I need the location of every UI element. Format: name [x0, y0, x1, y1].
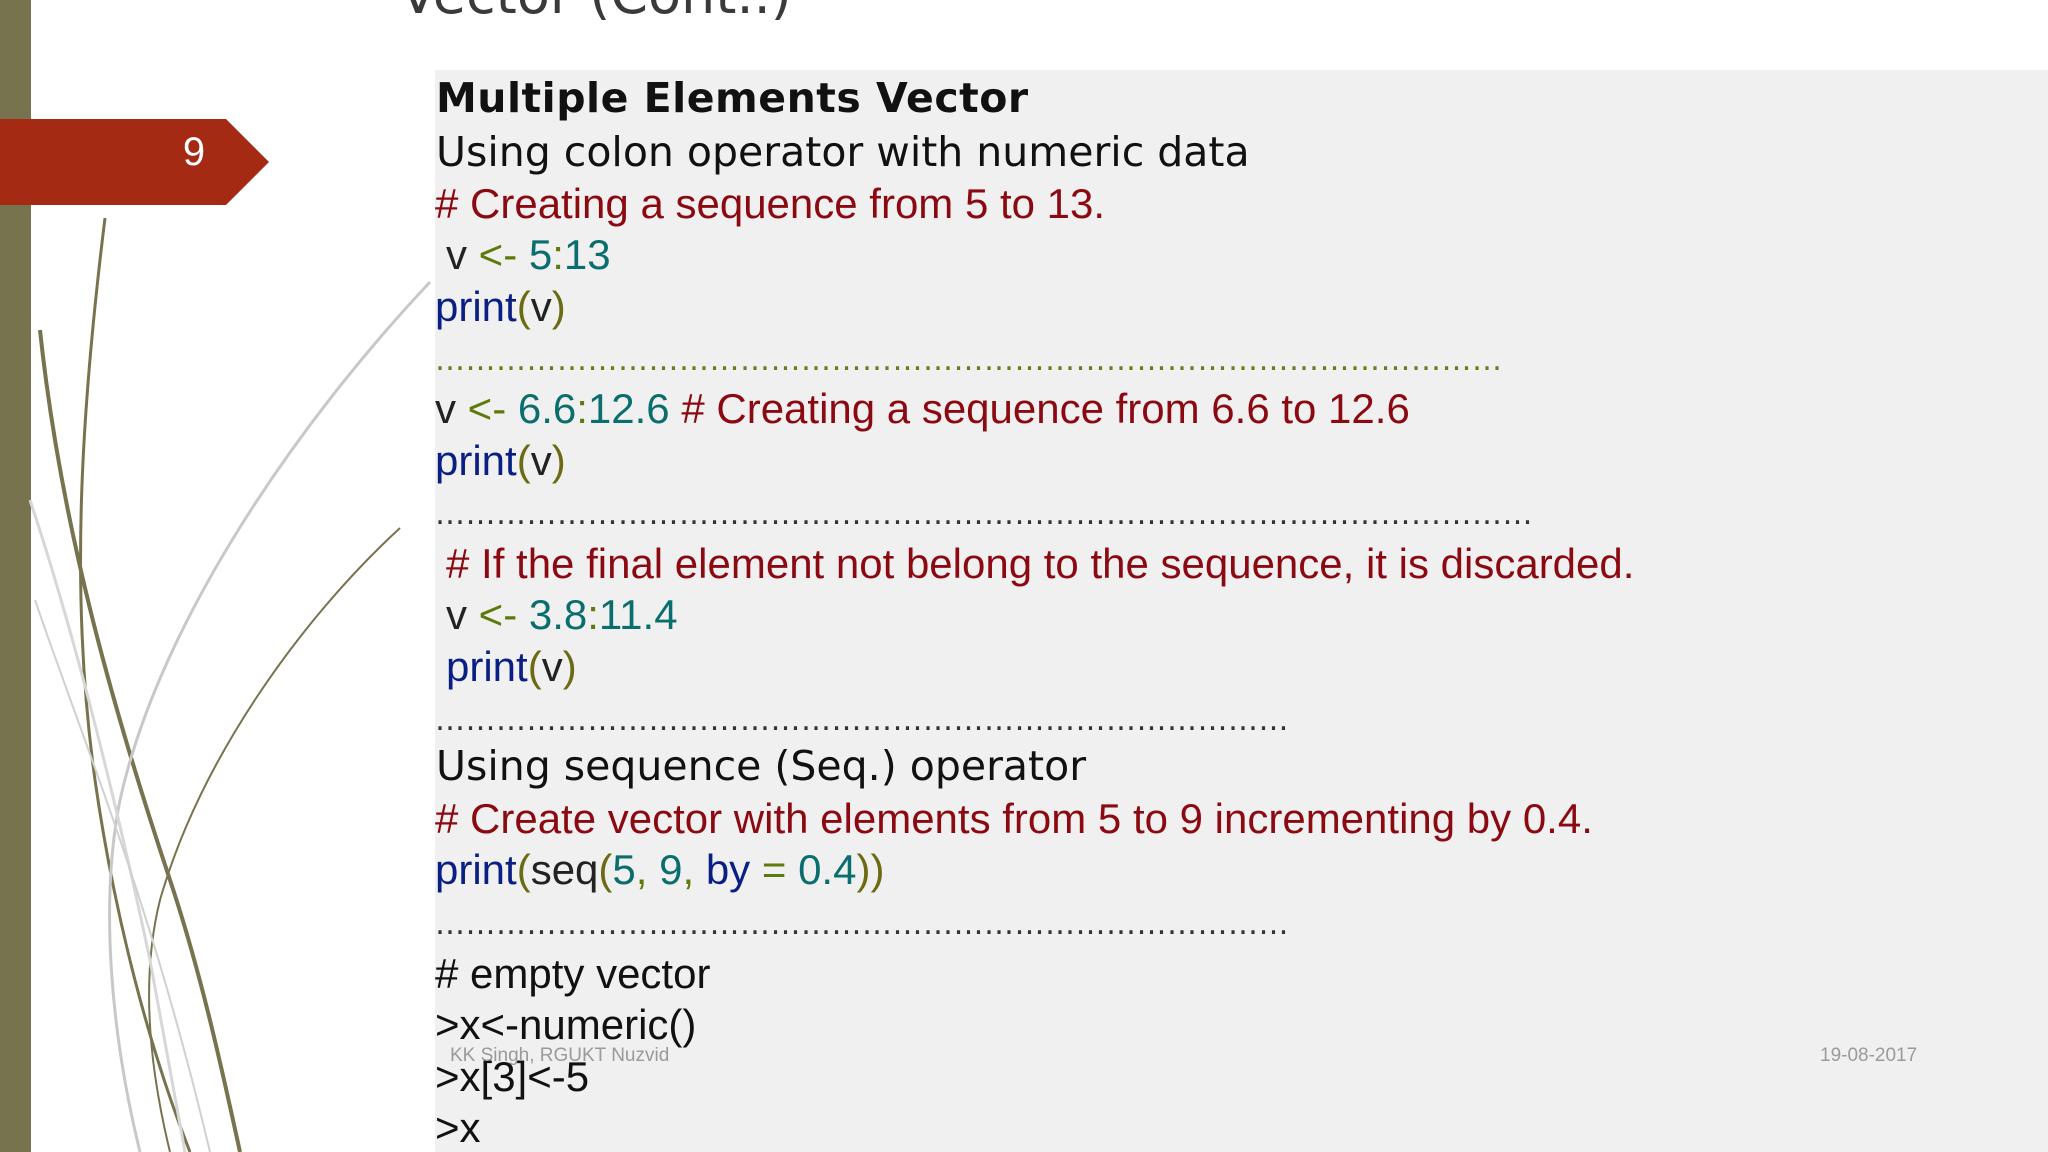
code-token: 0.4 [798, 846, 857, 893]
code-token: v [435, 385, 456, 432]
separator-line: ………………………………………………………………………… [435, 703, 1289, 738]
code-line: >x<-numeric() [435, 1001, 697, 1048]
subheading-colon-operator: Using colon operator with numeric data [436, 128, 1250, 176]
subheading-seq-operator: Using sequence (Seq.) operator [436, 742, 1087, 790]
code-line: v <- 5:13 [446, 231, 611, 279]
code-comment: # Create vector with elements from 5 to … [435, 795, 1593, 842]
code-token: 9 [659, 846, 683, 893]
footer-date: 19-08-2017 [1820, 1045, 1918, 1066]
code-token: print [435, 846, 517, 893]
code-token: = [761, 846, 787, 893]
section-heading: Multiple Elements Vector [436, 74, 1029, 122]
code-line: print(v) [435, 437, 566, 485]
code-token: ( [516, 283, 531, 330]
code-token: : [587, 591, 599, 638]
code-comment: # If the final element not belong to the… [446, 540, 1635, 587]
code-token: <- [467, 385, 507, 432]
code-token: v [530, 437, 552, 484]
slide-number-tab [0, 119, 269, 205]
code-token: seq [530, 846, 599, 893]
code-token: , [682, 846, 695, 893]
code-comment: # Creating a sequence from 5 to 13. [435, 180, 1106, 227]
code-token: ( [516, 437, 531, 484]
code-line: >x [435, 1104, 481, 1151]
code-token: )) [856, 846, 885, 893]
code-token: 3.8 [528, 591, 588, 638]
separator-line: ………………………………………………………………………… [435, 907, 1289, 942]
code-line: print(v) [435, 283, 566, 331]
code-token: 12.6 [587, 385, 670, 432]
separator-line: ……………………………………………………………………………………………… [435, 497, 1533, 532]
code-token: print [446, 643, 528, 690]
code-token: v [446, 231, 467, 278]
code-comment: # Creating a sequence from 6.6 to 12.6 [681, 385, 1410, 432]
code-token: v [541, 643, 563, 690]
code-token: <- [478, 231, 518, 278]
code-token: ( [598, 846, 613, 893]
code-token: , [635, 846, 648, 893]
code-token: print [435, 437, 517, 484]
code-comment: # empty vector [435, 950, 711, 997]
code-token: print [435, 283, 517, 330]
code-token: ( [527, 643, 542, 690]
code-token: 5 [528, 231, 553, 278]
code-token: : [552, 231, 564, 278]
code-token: 5 [612, 846, 636, 893]
slide-title: Vector (Cont..) [400, 0, 792, 30]
code-line: v <- 6.6:12.6 # Creating a sequence from… [435, 385, 1410, 433]
code-token: 13 [563, 231, 611, 278]
slide-number: 9 [182, 130, 206, 174]
footer-author: KK Singh, RGUKT Nuzvid [450, 1045, 670, 1066]
code-token: ( [516, 846, 531, 893]
code-token: <- [478, 591, 518, 638]
separator-line: …………………………………………………………………………………………… [435, 343, 1503, 378]
code-token: v [446, 591, 467, 638]
code-line: print(v) [446, 643, 577, 691]
code-token: : [576, 385, 588, 432]
code-token: ) [551, 437, 566, 484]
code-line: v <- 3.8:11.4 [446, 591, 678, 639]
code-token: ) [551, 283, 566, 330]
code-token: v [530, 283, 552, 330]
code-token: 11.4 [598, 591, 678, 638]
code-token: by [705, 846, 751, 893]
code-token: ) [562, 643, 577, 690]
code-token: 6.6 [517, 385, 577, 432]
code-line: print(seq(5, 9, by = 0.4)) [435, 846, 884, 894]
